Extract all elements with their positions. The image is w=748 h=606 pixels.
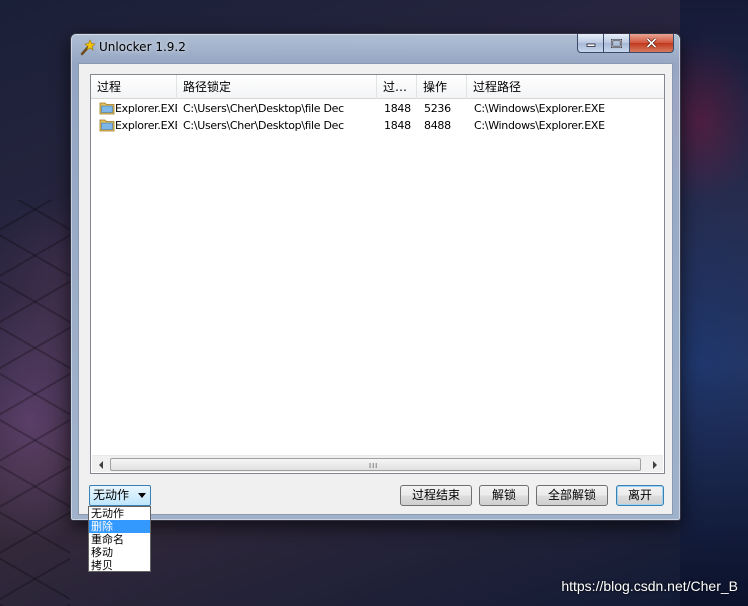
column-header-process[interactable]: 过程 xyxy=(91,75,177,99)
caption-buttons xyxy=(577,34,674,53)
dropdown-option-copy[interactable]: 拷贝 xyxy=(89,559,150,572)
unlocker-window: Unlocker 1.9.2 过程 路径锁定 过… 操作 过程路径 Explor… xyxy=(70,33,681,521)
column-header-pid[interactable]: 过… xyxy=(377,75,417,99)
action-dropdown-value: 无动作 xyxy=(93,488,130,502)
cell-pid: 1848 xyxy=(384,119,411,132)
magic-wand-icon xyxy=(80,39,96,56)
column-header-handle[interactable]: 操作 xyxy=(417,75,467,99)
cell-process-path: C:\Windows\Explorer.EXE xyxy=(474,119,605,132)
maximize-button[interactable] xyxy=(604,34,630,53)
desktop-wallpaper-character xyxy=(680,0,748,606)
watermark-text: https://blog.csdn.net/Cher_B xyxy=(561,578,738,594)
scroll-right-button[interactable] xyxy=(646,456,663,473)
column-header-locked-path[interactable]: 路径锁定 xyxy=(177,75,377,99)
minimize-button[interactable] xyxy=(577,34,604,53)
folder-icon xyxy=(99,119,115,132)
dropdown-option-rename[interactable]: 重命名 xyxy=(89,533,150,546)
cell-locked-path: C:\Users\Cher\Desktop\file Dec xyxy=(183,119,344,132)
process-list[interactable]: 过程 路径锁定 过… 操作 过程路径 Explorer.EXE C:\Users… xyxy=(90,74,665,474)
title-bar[interactable]: Unlocker 1.9.2 xyxy=(71,34,680,62)
arrow-right-icon xyxy=(652,460,657,469)
window-client-area: 过程 路径锁定 过… 操作 过程路径 Explorer.EXE C:\Users… xyxy=(78,63,673,515)
cell-process-path: C:\Windows\Explorer.EXE xyxy=(474,102,605,115)
dropdown-option-move[interactable]: 移动 xyxy=(89,546,150,559)
dropdown-option-no-action[interactable]: 无动作 xyxy=(89,507,150,520)
cell-process: Explorer.EXE xyxy=(115,102,177,115)
table-row[interactable]: Explorer.EXE C:\Users\Cher\Desktop\file … xyxy=(91,100,664,117)
cell-handle: 8488 xyxy=(424,119,451,132)
cell-pid: 1848 xyxy=(384,102,411,115)
unlock-button[interactable]: 解锁 xyxy=(479,485,529,506)
window-title: Unlocker 1.9.2 xyxy=(99,40,186,54)
desktop-wallpaper-floor xyxy=(0,200,70,606)
action-dropdown-list[interactable]: 无动作 删除 重命名 移动 拷贝 xyxy=(88,506,151,572)
scroll-left-button[interactable] xyxy=(92,456,109,473)
cell-locked-path: C:\Users\Cher\Desktop\file Dec xyxy=(183,102,344,115)
list-rows: Explorer.EXE C:\Users\Cher\Desktop\file … xyxy=(91,100,664,134)
kill-process-button[interactable]: 过程结束 xyxy=(400,485,472,506)
close-button[interactable] xyxy=(630,34,674,53)
action-dropdown[interactable]: 无动作 xyxy=(89,485,151,506)
scrollbar-grip: III xyxy=(369,462,379,470)
maximize-icon xyxy=(611,38,622,48)
table-row[interactable]: Explorer.EXE C:\Users\Cher\Desktop\file … xyxy=(91,117,664,134)
quit-button[interactable]: 离开 xyxy=(616,485,664,506)
arrow-left-icon xyxy=(98,460,103,469)
cell-process: Explorer.EXE xyxy=(115,119,177,132)
cell-handle: 5236 xyxy=(424,102,451,115)
close-icon xyxy=(646,38,657,48)
scrollbar-thumb[interactable]: III xyxy=(110,458,641,471)
folder-icon xyxy=(99,102,115,115)
list-header: 过程 路径锁定 过… 操作 过程路径 xyxy=(91,75,664,99)
chevron-down-icon xyxy=(138,493,146,498)
column-header-process-path[interactable]: 过程路径 xyxy=(467,75,664,99)
minimize-icon xyxy=(586,43,595,47)
unlock-all-button[interactable]: 全部解锁 xyxy=(536,485,608,506)
dropdown-option-delete[interactable]: 删除 xyxy=(89,520,150,533)
horizontal-scrollbar[interactable]: III xyxy=(92,455,663,472)
